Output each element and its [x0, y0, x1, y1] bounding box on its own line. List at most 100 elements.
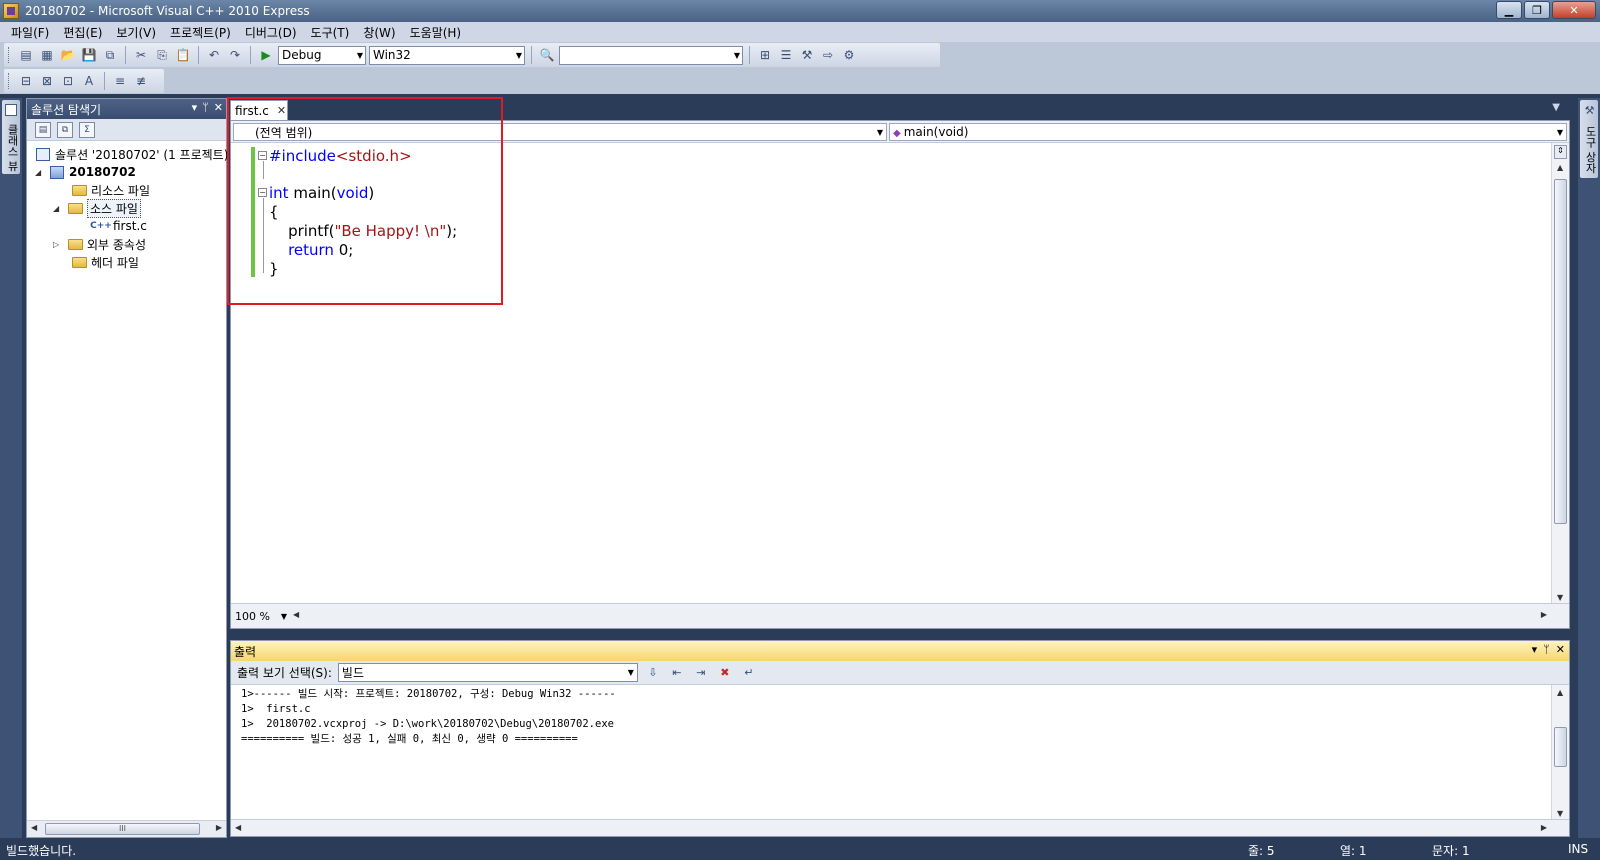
extension-icon[interactable]: ⚙	[840, 46, 858, 64]
menu-file[interactable]: 파일(F)	[4, 24, 56, 41]
code-area[interactable]: − − #include<stdio.h> int main(void) { p…	[231, 143, 1551, 605]
find-combo[interactable]: ▼	[559, 45, 743, 65]
app-icon	[3, 3, 19, 19]
scroll-left-icon[interactable]: ◀	[235, 823, 241, 832]
save-icon[interactable]: 💾	[80, 46, 98, 64]
quick-info-icon[interactable]: ⊡	[59, 72, 77, 90]
paste-icon[interactable]: 📋	[174, 46, 192, 64]
collapse-icon[interactable]: ◢	[53, 204, 63, 213]
menu-window[interactable]: 창(W)	[356, 24, 402, 41]
uncomment-icon[interactable]: ≢	[132, 72, 150, 90]
close-button[interactable]: ✕	[1552, 1, 1596, 19]
add-item-icon[interactable]: ▦	[38, 46, 56, 64]
chevron-down-icon[interactable]: ▾	[192, 101, 198, 114]
vertical-scrollbar[interactable]: ⇕ ▲ ▼	[1551, 143, 1569, 605]
vertical-scrollbar[interactable]: ▲ ▼	[1551, 685, 1569, 821]
expand-icon[interactable]: ▷	[53, 240, 63, 249]
start-page-icon[interactable]: ⇨	[819, 46, 837, 64]
toolbox-tab[interactable]: ⚒ 도구 상자	[1580, 100, 1598, 178]
properties-icon[interactable]: ☰	[777, 46, 795, 64]
menu-view[interactable]: 보기(V)	[109, 24, 163, 41]
config-combo[interactable]: Debug ▼	[278, 45, 366, 65]
start-debugging-icon[interactable]: ▶	[257, 46, 275, 64]
word-wrap-icon[interactable]: ↵	[740, 664, 758, 682]
horizontal-scrollbar[interactable]: ◀ III ▶	[27, 820, 226, 837]
tree-item-header-files[interactable]: 헤더 파일	[71, 253, 139, 271]
platform-combo[interactable]: Win32 ▼	[369, 45, 525, 65]
output-text[interactable]: 1>------ 빌드 시작: 프로젝트: 20180702, 구성: Debu…	[241, 687, 616, 747]
scroll-right-icon[interactable]: ▶	[1541, 610, 1547, 619]
undo-icon[interactable]: ↶	[205, 46, 223, 64]
next-message-icon[interactable]: ⇥	[692, 664, 710, 682]
go-to-location-icon[interactable]: ⇩	[644, 664, 662, 682]
collapse-icon[interactable]: ◢	[35, 168, 45, 177]
scroll-left-icon[interactable]: ◀	[31, 823, 37, 832]
menu-debug[interactable]: 디버그(D)	[238, 24, 304, 41]
chevron-down-icon: ▼	[627, 668, 634, 677]
scroll-right-icon[interactable]: ▶	[216, 823, 222, 832]
properties-icon[interactable]: ▤	[35, 121, 51, 138]
chevron-down-icon[interactable]: ▼	[1552, 102, 1560, 113]
menu-help[interactable]: 도움말(H)	[403, 24, 469, 41]
menu-tools[interactable]: 도구(T)	[304, 24, 357, 41]
scroll-right-icon[interactable]: ▶	[1541, 823, 1547, 832]
scroll-thumb[interactable]	[1554, 727, 1567, 767]
solution-explorer-title: 솔루션 탐색기	[31, 102, 102, 117]
save-all-icon[interactable]: ⧉	[101, 46, 119, 64]
copy-icon[interactable]: ⎘	[153, 46, 171, 64]
close-icon[interactable]: ✕	[214, 101, 223, 114]
scroll-down-icon[interactable]: ▼	[1557, 593, 1563, 602]
tab-first-c[interactable]: first.c ✕	[230, 100, 288, 120]
solution-explorer-icon[interactable]: ⊞	[756, 46, 774, 64]
new-project-icon[interactable]: ▤	[17, 46, 35, 64]
comment-icon[interactable]: ≡	[111, 72, 129, 90]
pin-icon[interactable]: ᛘ	[1543, 643, 1550, 656]
zoom-value: 100 %	[235, 610, 270, 623]
scroll-thumb[interactable]: III	[45, 823, 200, 835]
class-view-tab[interactable]: 클래스 뷰	[2, 100, 20, 174]
scroll-left-icon[interactable]: ◀	[293, 610, 299, 619]
scroll-down-icon[interactable]: ▼	[1557, 809, 1563, 818]
zoom-combo[interactable]: 100 % ▼	[233, 608, 289, 625]
complete-word-icon[interactable]: A	[80, 72, 98, 90]
menu-edit[interactable]: 편집(E)	[56, 24, 109, 41]
close-icon[interactable]: ✕	[277, 104, 286, 117]
tree-item-external-deps[interactable]: ▷ 외부 종속성	[53, 235, 146, 253]
find-in-files-icon[interactable]: 🔍	[538, 46, 556, 64]
pin-icon[interactable]: ᛘ	[202, 101, 209, 114]
cut-icon[interactable]: ✂	[132, 46, 150, 64]
output-source-combo[interactable]: 빌드 ▼	[337, 663, 638, 682]
scroll-up-icon[interactable]: ▲	[1557, 163, 1563, 172]
redo-icon[interactable]: ↷	[226, 46, 244, 64]
toolbox-icon[interactable]: ⚒	[798, 46, 816, 64]
tree-item-resource-files[interactable]: 리소스 파일	[71, 181, 150, 199]
collapse-icon[interactable]: −	[258, 188, 267, 197]
menu-project[interactable]: 프로젝트(P)	[163, 24, 238, 41]
output-panel: 출력 ▾ ᛘ ✕ 출력 보기 선택(S): 빌드 ▼ ⇩ ⇤ ⇥ ✖ ↵ 1>--…	[230, 640, 1570, 837]
split-handle[interactable]: ⇕	[1554, 145, 1567, 159]
param-info-icon[interactable]: ⊠	[38, 72, 56, 90]
maximize-button[interactable]: ❐	[1524, 1, 1550, 19]
open-file-icon[interactable]: 📂	[59, 46, 77, 64]
scroll-thumb[interactable]	[1554, 179, 1567, 524]
minimize-button[interactable]: ▁	[1496, 1, 1522, 19]
collapse-icon[interactable]: −	[258, 151, 267, 160]
scope-combo[interactable]: (전역 범위) ▼	[233, 123, 887, 141]
list-members-icon[interactable]: ⊟	[17, 72, 35, 90]
clear-all-icon[interactable]: ✖	[716, 664, 734, 682]
previous-message-icon[interactable]: ⇤	[668, 664, 686, 682]
show-all-files-icon[interactable]: ⧉	[57, 121, 73, 138]
horizontal-scrollbar[interactable]: ◀ ▶	[231, 819, 1569, 836]
function-combo[interactable]: ◆ main(void) ▼	[889, 123, 1567, 141]
tree-item-solution[interactable]: 솔루션 '20180702' (1 프로젝트)	[35, 145, 228, 163]
toolbar-grip[interactable]	[8, 47, 11, 63]
close-icon[interactable]: ✕	[1556, 643, 1565, 656]
tree-item-first-c[interactable]: C++ first.c	[90, 217, 147, 235]
scroll-up-icon[interactable]: ▲	[1557, 688, 1563, 697]
tree-item-project[interactable]: ◢ 20180702	[35, 163, 136, 181]
tree-item-source-files[interactable]: ◢ 소스 파일	[53, 198, 141, 218]
right-dock-strip: ⚒ 도구 상자	[1578, 98, 1600, 838]
chevron-down-icon[interactable]: ▾	[1532, 643, 1538, 656]
toolbar-grip[interactable]	[8, 73, 11, 89]
refresh-icon[interactable]: Σ	[79, 121, 95, 138]
